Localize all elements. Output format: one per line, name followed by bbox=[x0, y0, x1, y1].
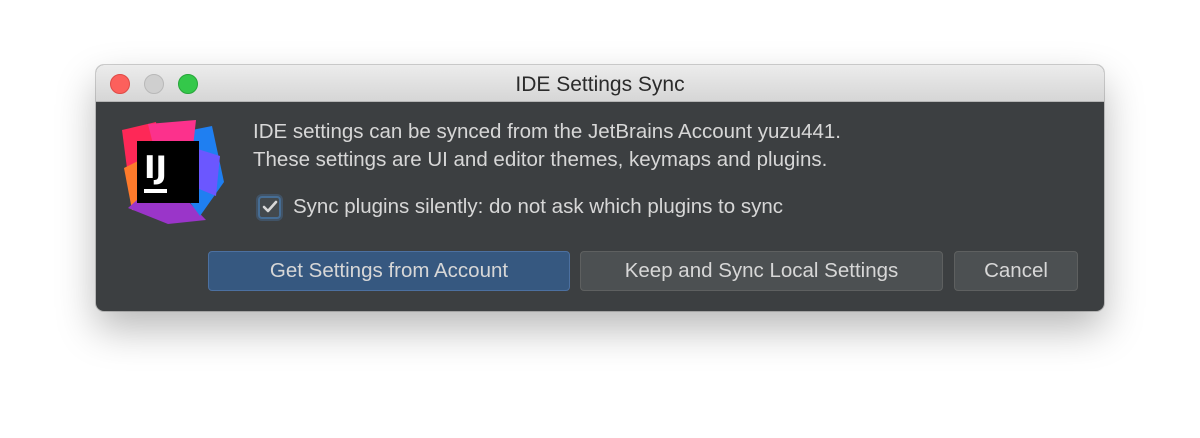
get-settings-from-account-button[interactable]: Get Settings from Account bbox=[208, 251, 570, 291]
sync-message: IDE settings can be synced from the JetB… bbox=[253, 118, 841, 174]
sync-plugins-label[interactable]: Sync plugins silently: do not ask which … bbox=[293, 195, 783, 219]
message-line-1: IDE settings can be synced from the JetB… bbox=[253, 120, 841, 143]
window-title: IDE Settings Sync bbox=[515, 73, 685, 96]
cancel-button[interactable]: Cancel bbox=[954, 251, 1078, 291]
checkmark-icon bbox=[262, 200, 277, 213]
message-line-2: These settings are UI and editor themes,… bbox=[253, 148, 828, 171]
intellij-idea-logo-icon: IJ bbox=[118, 116, 228, 228]
dialog-content: IJ IDE settings can be synced from the J… bbox=[96, 102, 1104, 311]
title-bar: IDE Settings Sync bbox=[96, 65, 1104, 102]
keep-and-sync-local-settings-button[interactable]: Keep and Sync Local Settings bbox=[580, 251, 943, 291]
sync-plugins-silently-option[interactable]: Sync plugins silently: do not ask which … bbox=[258, 193, 783, 221]
desktop-background: IDE Settings Sync IJ IDE settings can be… bbox=[0, 0, 1200, 438]
settings-sync-dialog: IDE Settings Sync IJ IDE settings can be… bbox=[96, 65, 1104, 311]
sync-plugins-checkbox[interactable] bbox=[258, 195, 281, 219]
logo-text: IJ bbox=[144, 150, 167, 186]
